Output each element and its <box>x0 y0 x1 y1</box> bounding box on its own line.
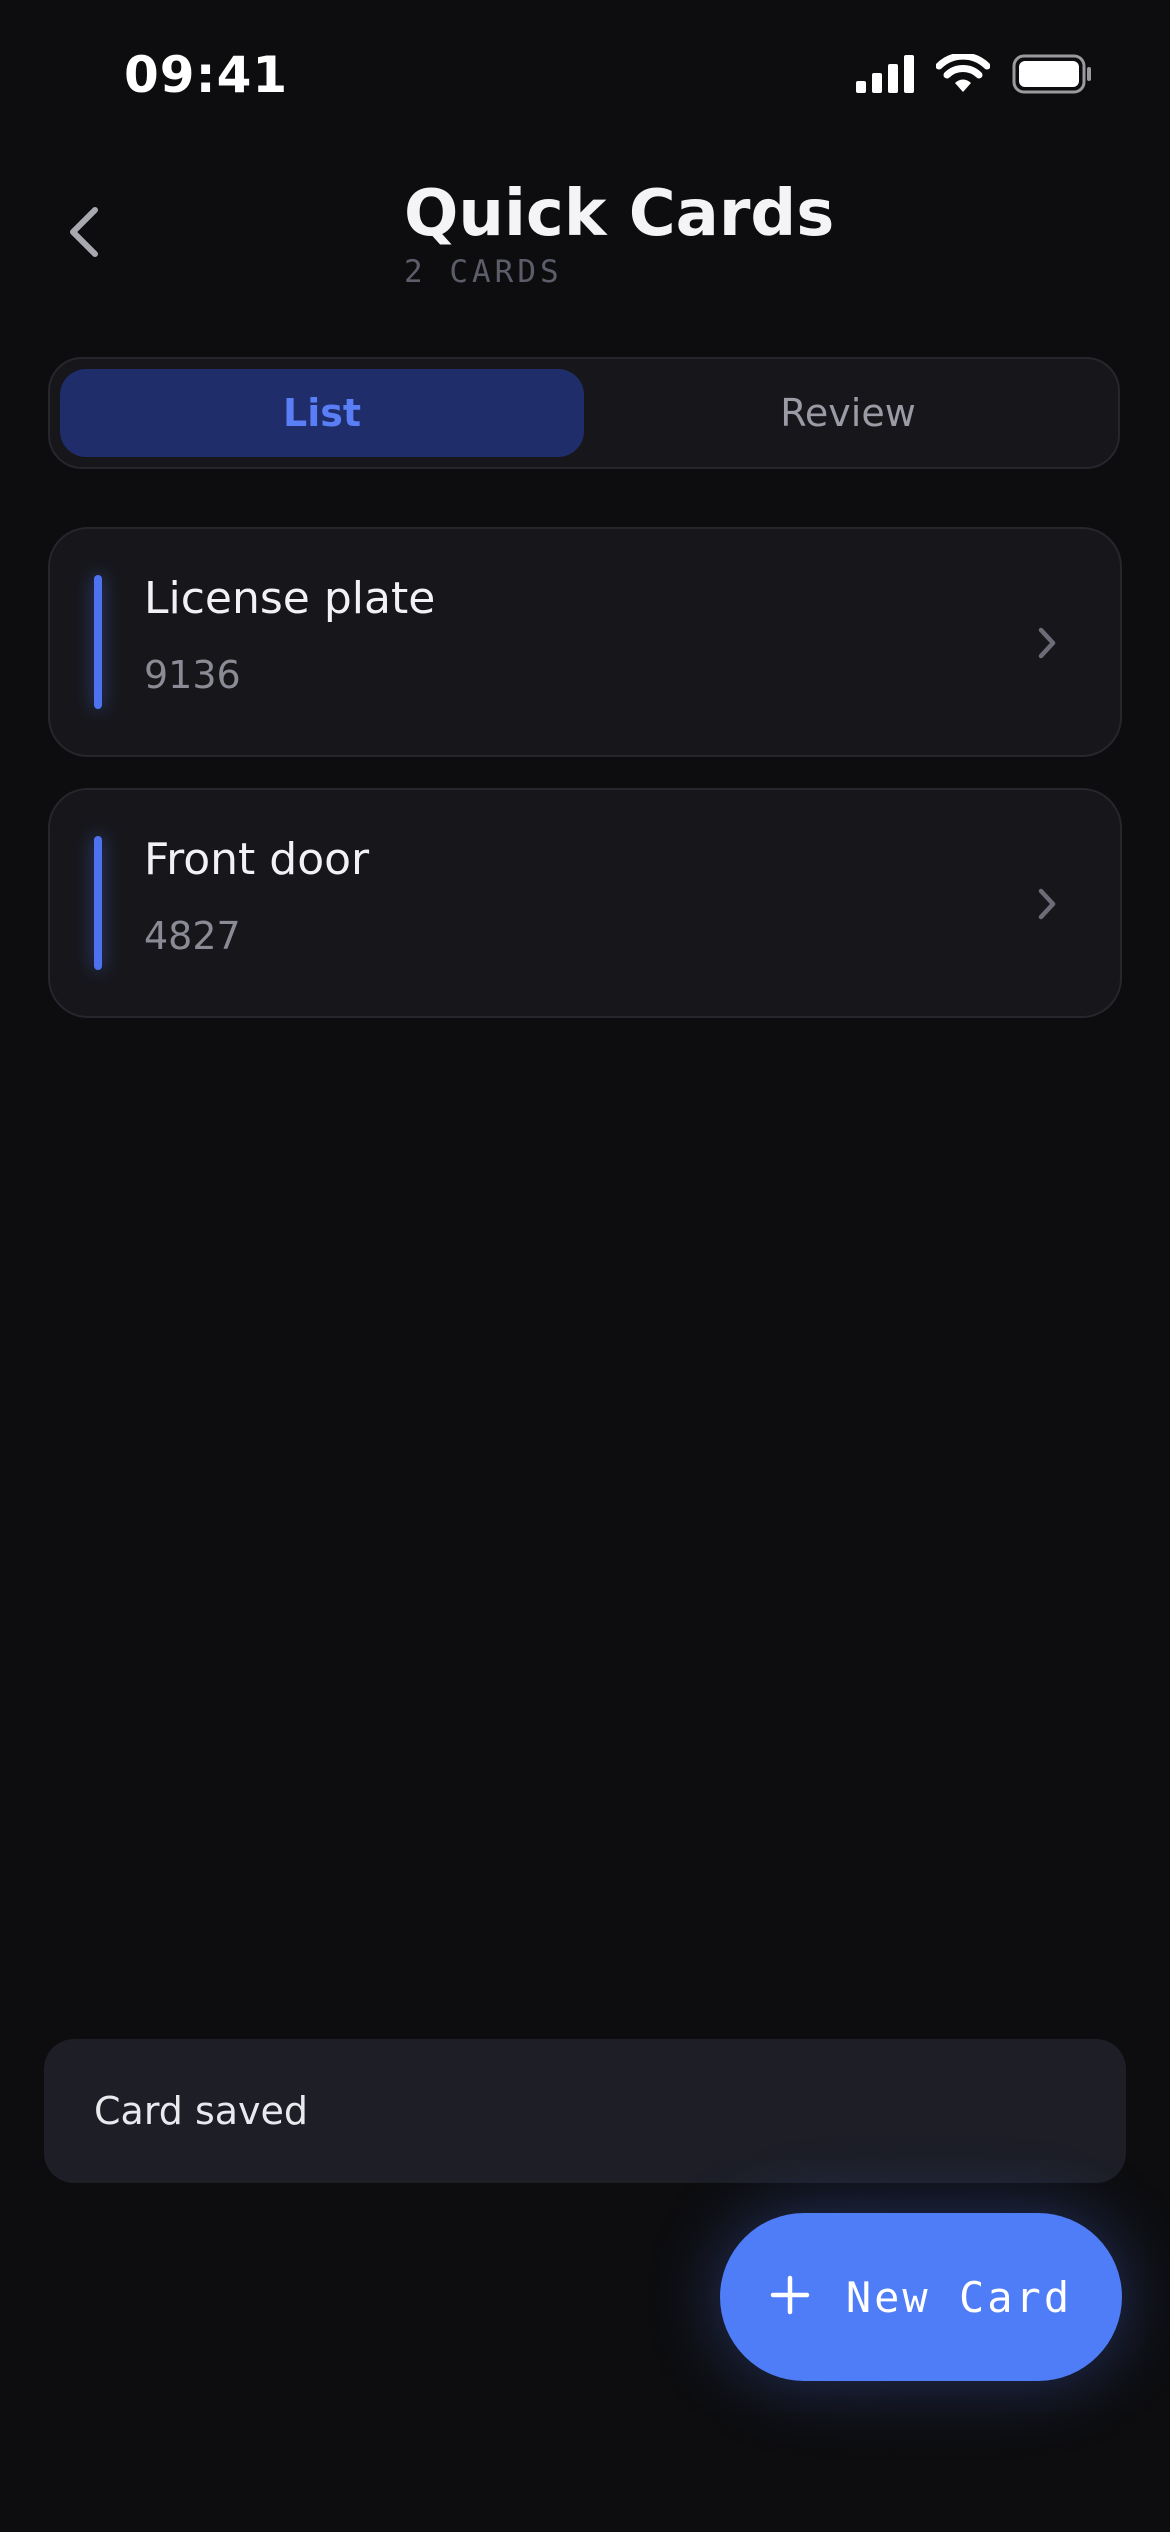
battery-icon <box>1012 54 1092 94</box>
card-title: License plate <box>144 573 436 624</box>
new-card-label: New Card <box>845 2272 1073 2322</box>
wifi-icon <box>936 54 990 94</box>
status-icons <box>856 54 1092 94</box>
card-value: 9136 <box>144 653 241 697</box>
chevron-right-icon <box>1032 625 1062 661</box>
page-title: Quick Cards <box>404 177 835 251</box>
tab-list[interactable]: List <box>60 369 584 457</box>
card-item[interactable]: Front door 4827 <box>48 788 1122 1018</box>
new-card-button[interactable]: New Card <box>720 2213 1122 2381</box>
card-item[interactable]: License plate 9136 <box>48 527 1122 757</box>
signal-icon <box>856 55 914 93</box>
status-time: 09:41 <box>124 46 289 104</box>
view-segmented-control: List Review <box>48 357 1120 469</box>
status-bar: 09:41 <box>0 0 1170 150</box>
card-accent-bar <box>94 575 102 709</box>
chevron-right-icon <box>1032 886 1062 922</box>
card-accent-bar <box>94 836 102 970</box>
card-count: 2 CARDS <box>404 254 563 290</box>
card-value: 4827 <box>144 914 241 958</box>
card-title: Front door <box>144 834 370 885</box>
toast-text: Card saved <box>94 2089 309 2133</box>
tab-review[interactable]: Review <box>586 369 1110 457</box>
back-button[interactable] <box>52 196 116 272</box>
header-title-group: Quick Cards 2 CARDS <box>404 174 834 292</box>
chevron-left-icon <box>67 206 101 262</box>
plus-icon <box>770 2275 810 2319</box>
toast-notification: Card saved <box>44 2039 1126 2183</box>
